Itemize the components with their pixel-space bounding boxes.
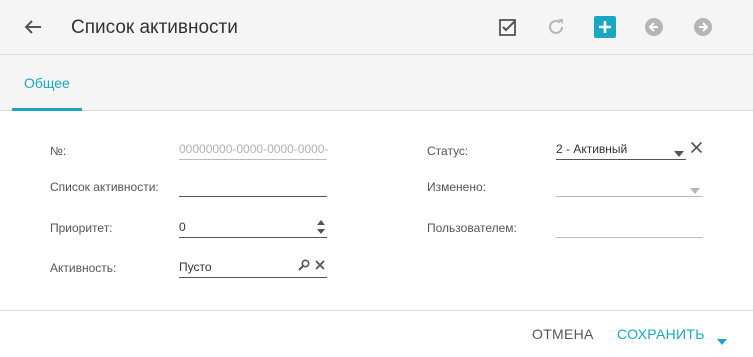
tabs-bar: Общее <box>0 55 753 111</box>
number-field[interactable]: 00000000-0000-0000-0000- <box>179 140 329 160</box>
activity-list-field[interactable] <box>179 177 327 197</box>
changed-label: Изменено: <box>427 180 486 194</box>
activity-list-label: Список активности: <box>50 180 159 194</box>
previous-record-icon[interactable] <box>643 16 665 38</box>
by-user-label: Пользователем: <box>427 221 517 235</box>
stepper-icon[interactable] <box>316 219 326 238</box>
chevron-down-icon[interactable] <box>674 146 684 160</box>
next-record-icon[interactable] <box>692 16 714 38</box>
priority-label: Приоритет: <box>50 221 113 235</box>
activity-value: Пусто <box>179 260 212 274</box>
status-clear-icon[interactable] <box>690 141 703 159</box>
by-user-field[interactable] <box>556 218 703 238</box>
add-icon[interactable] <box>594 16 616 38</box>
cancel-button[interactable]: ОТМЕНА <box>532 326 594 342</box>
activity-field[interactable]: Пусто <box>179 258 327 278</box>
save-button[interactable]: СОХРАНИТЬ <box>617 326 705 342</box>
app-header: Список активности <box>0 0 753 55</box>
number-label: №: <box>50 144 67 158</box>
priority-value: 0 <box>179 220 186 234</box>
search-icon[interactable] <box>298 259 310 274</box>
refresh-icon[interactable] <box>545 16 567 38</box>
active-tab-indicator <box>12 108 82 111</box>
back-arrow-icon[interactable] <box>22 16 44 38</box>
number-placeholder: 00000000-0000-0000-0000- <box>179 142 329 156</box>
save-options-chevron-icon[interactable] <box>717 332 727 350</box>
priority-field[interactable]: 0 <box>179 218 327 238</box>
status-select[interactable]: 2 - Активный <box>556 140 686 160</box>
page-title: Список активности <box>71 17 238 38</box>
footer-divider <box>0 310 753 311</box>
clear-icon[interactable] <box>314 259 326 274</box>
activity-label: Активность: <box>50 261 117 275</box>
chevron-down-icon[interactable] <box>690 183 700 197</box>
tab-label: Общее <box>24 75 70 91</box>
tab-general[interactable]: Общее <box>12 55 82 111</box>
status-value: 2 - Активный <box>556 142 628 156</box>
status-label: Статус: <box>427 144 469 158</box>
changed-select[interactable] <box>556 177 703 197</box>
checklist-icon[interactable] <box>497 16 519 38</box>
